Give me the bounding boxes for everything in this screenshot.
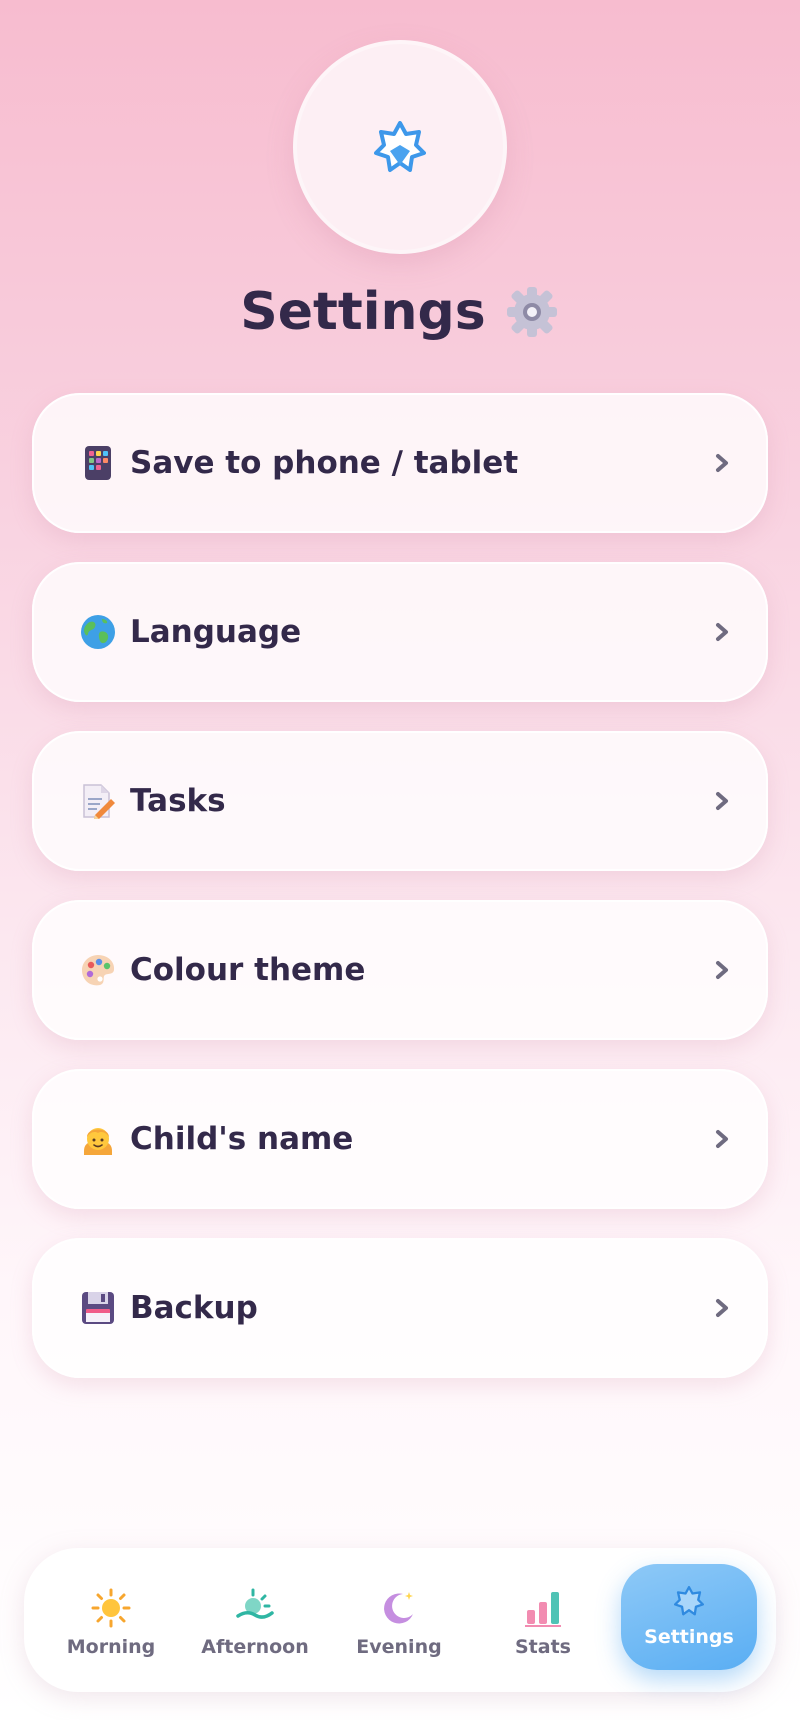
menu-item-childs-name[interactable]: Child's name	[32, 1069, 768, 1209]
tab-label: Afternoon	[201, 1636, 309, 1658]
chevron-right-icon	[716, 792, 728, 810]
blue-star-icon	[374, 121, 426, 172]
tab-afternoon[interactable]: Afternoon	[195, 1578, 315, 1668]
bar-chart-icon	[525, 1592, 561, 1627]
menu-item-tasks[interactable]: Tasks	[32, 731, 768, 871]
chevron-right-icon	[716, 961, 728, 979]
chevron-right-icon	[716, 623, 728, 641]
memo-icon	[80, 783, 116, 819]
menu-item-label: Save to phone / tablet	[130, 445, 519, 481]
tab-stats[interactable]: Stats	[483, 1578, 603, 1668]
tab-evening[interactable]: Evening	[339, 1578, 459, 1668]
star-icon	[674, 1586, 704, 1616]
chevron-right-icon	[716, 454, 728, 472]
bottom-tab-bar: Morning Afternoon Evening Stats Settings	[24, 1548, 776, 1692]
globe-icon	[80, 614, 116, 650]
moon-icon	[384, 1592, 413, 1624]
menu-item-backup[interactable]: Backup	[32, 1238, 768, 1378]
menu-item-label: Child's name	[130, 1121, 354, 1157]
floppy-disk-icon	[80, 1290, 116, 1326]
chevron-right-icon	[716, 1130, 728, 1148]
page-title: Settings	[0, 282, 800, 342]
settings-menu: Save to phone / tablet Language Tasks Co…	[32, 393, 768, 1378]
menu-item-label: Language	[130, 614, 302, 650]
tab-morning[interactable]: Morning	[51, 1578, 171, 1668]
menu-item-save-to-device[interactable]: Save to phone / tablet	[32, 393, 768, 533]
child-icon	[80, 1121, 116, 1157]
avatar	[297, 44, 503, 250]
tab-label: Evening	[356, 1636, 442, 1658]
sunset-icon	[236, 1588, 274, 1619]
chevron-right-icon	[716, 1299, 728, 1317]
sun-icon	[91, 1588, 131, 1628]
tab-settings[interactable]: Settings	[621, 1564, 757, 1670]
gear-icon	[506, 287, 557, 337]
menu-item-label: Colour theme	[130, 952, 366, 988]
palette-icon	[80, 952, 116, 988]
menu-item-colour-theme[interactable]: Colour theme	[32, 900, 768, 1040]
tab-label: Stats	[515, 1636, 571, 1658]
menu-item-label: Tasks	[130, 783, 226, 819]
menu-item-label: Backup	[130, 1290, 258, 1326]
page-title-text: Settings	[240, 282, 486, 342]
phone-icon	[80, 445, 116, 481]
tab-label: Settings	[644, 1626, 734, 1648]
tab-label: Morning	[66, 1636, 156, 1658]
menu-item-language[interactable]: Language	[32, 562, 768, 702]
